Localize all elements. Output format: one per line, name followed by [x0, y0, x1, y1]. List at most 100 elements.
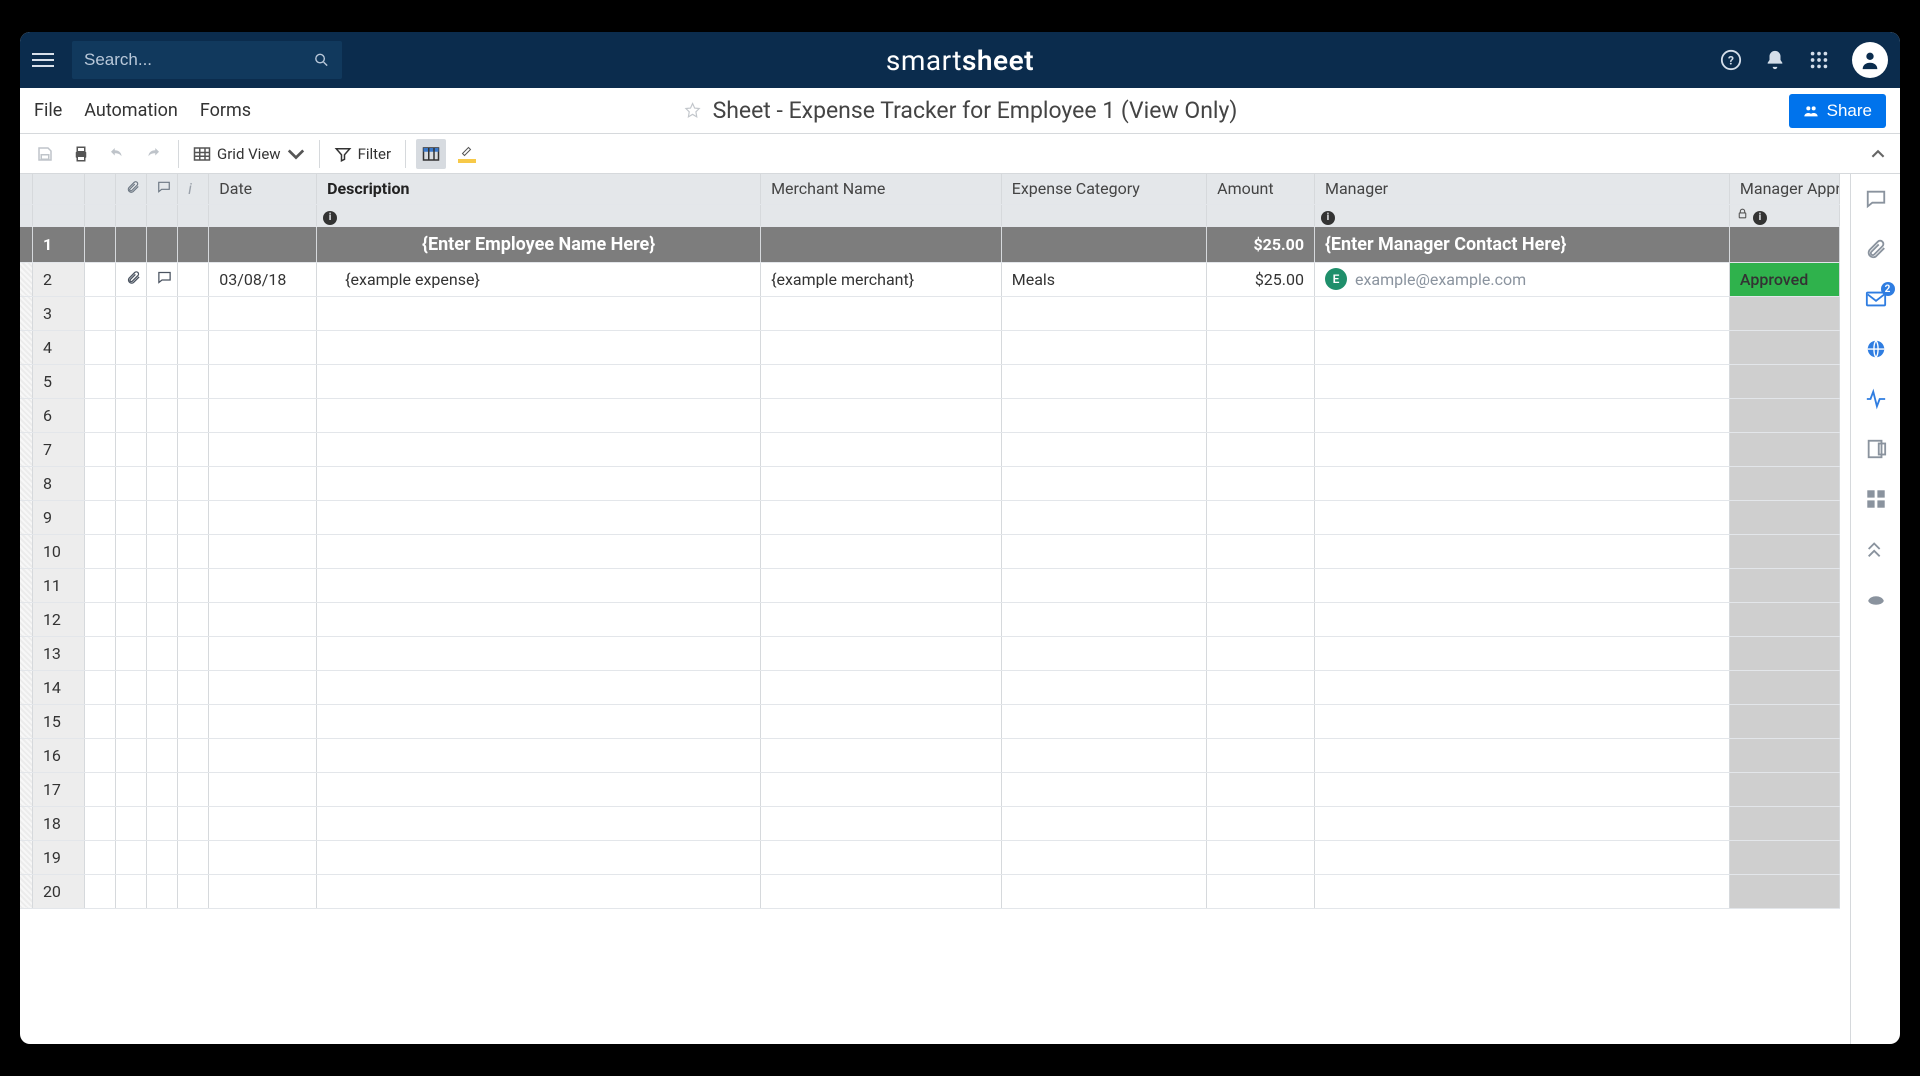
cell[interactable] [1315, 874, 1730, 908]
cell[interactable] [209, 602, 317, 636]
cell[interactable] [1001, 840, 1206, 874]
cell[interactable] [1729, 568, 1839, 602]
cell[interactable] [1315, 806, 1730, 840]
help-icon[interactable]: ? [1720, 49, 1742, 71]
cell[interactable] [1207, 806, 1315, 840]
summary-total[interactable]: $25.00 [1207, 226, 1315, 262]
info-icon[interactable]: i [1753, 211, 1767, 225]
row-number[interactable]: 13 [32, 636, 84, 670]
cell[interactable] [1729, 500, 1839, 534]
row-number[interactable]: 17 [32, 772, 84, 806]
cell[interactable] [1315, 466, 1730, 500]
cell[interactable] [1729, 874, 1839, 908]
row-number[interactable]: 7 [32, 432, 84, 466]
cell[interactable] [1001, 806, 1206, 840]
rail-activity[interactable] [1865, 388, 1887, 410]
cell[interactable] [209, 466, 317, 500]
cell[interactable] [1729, 534, 1839, 568]
row-number[interactable]: 8 [32, 466, 84, 500]
row-number[interactable]: 1 [32, 226, 84, 262]
cell[interactable] [1207, 636, 1315, 670]
cell[interactable] [209, 636, 317, 670]
cell[interactable] [1001, 466, 1206, 500]
cell[interactable] [209, 296, 317, 330]
cell[interactable] [1207, 602, 1315, 636]
cell[interactable] [1207, 568, 1315, 602]
cell[interactable] [1315, 704, 1730, 738]
cell[interactable] [1729, 466, 1839, 500]
row-comment-icon[interactable] [147, 262, 178, 296]
row-attachment-icon[interactable] [115, 262, 146, 296]
cell[interactable] [761, 738, 1002, 772]
cell[interactable] [1001, 364, 1206, 398]
cell[interactable] [1001, 500, 1206, 534]
row-number[interactable]: 10 [32, 534, 84, 568]
cell-category[interactable]: Meals [1001, 262, 1206, 296]
rail-more-1[interactable] [1865, 488, 1887, 510]
cell[interactable] [761, 500, 1002, 534]
cell[interactable] [1001, 330, 1206, 364]
row-number[interactable]: 3 [32, 296, 84, 330]
menu-toggle[interactable] [32, 45, 62, 75]
cell[interactable] [209, 874, 317, 908]
cell[interactable] [761, 636, 1002, 670]
cell[interactable] [1001, 738, 1206, 772]
cell[interactable] [1207, 534, 1315, 568]
cell[interactable] [209, 568, 317, 602]
cell[interactable] [1001, 534, 1206, 568]
cell[interactable] [1001, 704, 1206, 738]
cell[interactable] [761, 432, 1002, 466]
cell[interactable] [1729, 636, 1839, 670]
collapse-toolbar[interactable] [1866, 142, 1890, 166]
cell[interactable] [1315, 636, 1730, 670]
cell[interactable] [1315, 432, 1730, 466]
cell-description[interactable]: {example expense} [317, 262, 761, 296]
rail-publish[interactable] [1865, 338, 1887, 360]
cell[interactable] [209, 704, 317, 738]
spreadsheet-grid[interactable]: i Date Description Merchant Name Expense… [20, 174, 1840, 909]
col-date[interactable]: Date [209, 174, 317, 204]
cell[interactable] [761, 534, 1002, 568]
cell[interactable] [1315, 840, 1730, 874]
cell[interactable] [1729, 364, 1839, 398]
summary-manager[interactable]: {Enter Manager Contact Here} [1315, 226, 1730, 262]
menu-automation[interactable]: Automation [84, 100, 178, 121]
cell[interactable] [1207, 398, 1315, 432]
cell[interactable] [1729, 670, 1839, 704]
rail-update-requests[interactable]: 2 [1865, 288, 1887, 310]
cell[interactable] [1315, 296, 1730, 330]
cell[interactable] [1729, 296, 1839, 330]
col-amount[interactable]: Amount [1207, 174, 1315, 204]
cell[interactable] [1001, 874, 1206, 908]
cell[interactable] [1315, 772, 1730, 806]
cell[interactable] [761, 398, 1002, 432]
cell[interactable] [317, 840, 761, 874]
row-number[interactable]: 20 [32, 874, 84, 908]
cell[interactable] [1207, 364, 1315, 398]
row-number[interactable]: 11 [32, 568, 84, 602]
info-icon[interactable]: i [323, 211, 337, 225]
cell-amount[interactable]: $25.00 [1207, 262, 1315, 296]
cell[interactable] [1729, 806, 1839, 840]
rail-summary[interactable] [1865, 438, 1887, 460]
cell[interactable] [317, 704, 761, 738]
col-approval[interactable]: Manager Appr [1729, 174, 1839, 204]
cell[interactable] [1729, 704, 1839, 738]
cell[interactable] [317, 364, 761, 398]
row-number[interactable]: 12 [32, 602, 84, 636]
print-button[interactable] [66, 139, 96, 169]
cell[interactable] [317, 398, 761, 432]
cell[interactable] [209, 534, 317, 568]
cell[interactable] [209, 670, 317, 704]
row-number[interactable]: 9 [32, 500, 84, 534]
cell[interactable] [1207, 330, 1315, 364]
cell[interactable] [1729, 772, 1839, 806]
highlight-button[interactable] [452, 139, 482, 169]
cell[interactable] [1315, 398, 1730, 432]
col-description[interactable]: Description [317, 174, 761, 204]
cell[interactable] [1001, 296, 1206, 330]
cell[interactable] [761, 840, 1002, 874]
cell[interactable] [1729, 398, 1839, 432]
cell[interactable] [317, 296, 761, 330]
user-avatar[interactable] [1852, 42, 1888, 78]
